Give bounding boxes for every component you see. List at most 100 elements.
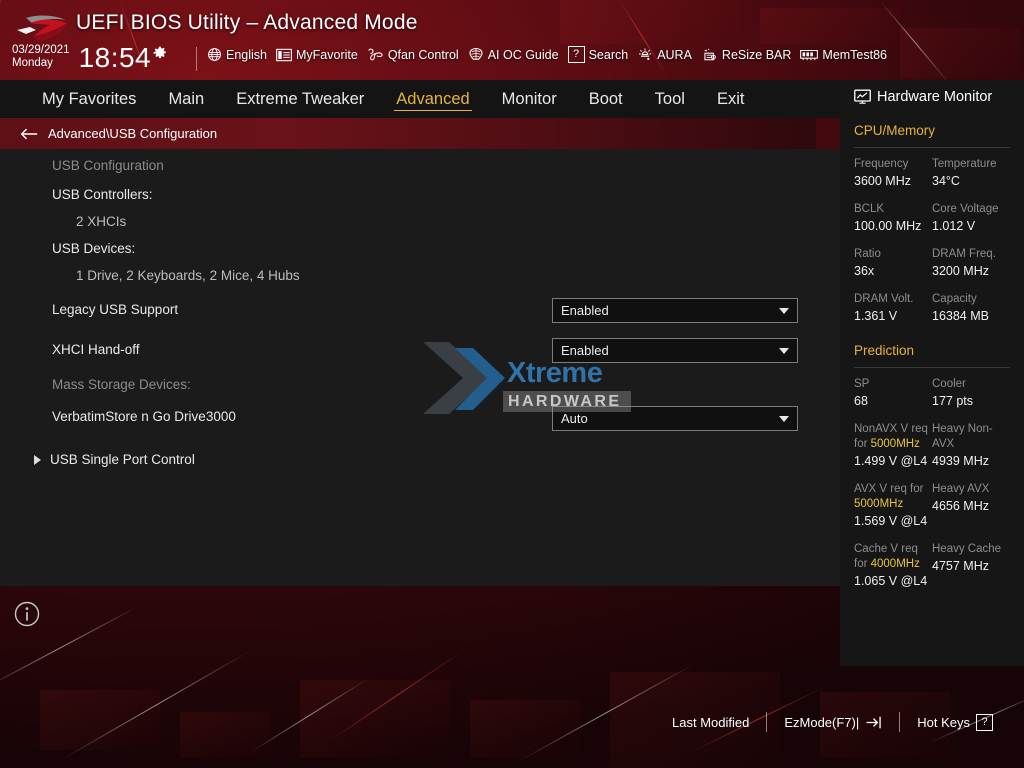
hw-key: Frequency — [854, 158, 909, 170]
hw-metric-bclk: BCLK 100.00 MHz — [854, 202, 932, 235]
toolbar-item-memtest86[interactable]: MemTest86 — [800, 48, 887, 62]
hw-value: 1.569 V @L4 — [854, 514, 928, 528]
weekday-value: Monday — [12, 57, 53, 69]
gear-icon[interactable] — [153, 46, 167, 60]
toolbar-item-ai-oc-guide[interactable]: AI OC Guide — [468, 47, 559, 62]
hw-section-cpu-memory: CPU/Memory — [854, 123, 936, 138]
chevron-down-icon — [779, 415, 789, 422]
hw-metric-core-voltage: Core Voltage 1.012 V — [932, 202, 1010, 235]
verbatim-drive-dropdown[interactable]: Auto — [552, 406, 798, 431]
hw-cpu-memory-grid: Frequency 3600 MHz Temperature 34°C BCLK… — [854, 157, 1010, 325]
hw-value: 4656 MHz — [932, 499, 989, 513]
mass-storage-devices-label: Mass Storage Devices: — [52, 377, 191, 392]
ezmode-button[interactable]: EzMode(F7)| — [767, 715, 899, 730]
usb-single-port-control-item[interactable]: USB Single Port Control — [34, 452, 195, 467]
hw-key: DRAM Freq. — [932, 248, 996, 260]
date-value: 03/29/2021 — [12, 44, 70, 56]
hw-key-highlight: 4000MHz — [870, 558, 920, 570]
hw-row: AVX V req for 5000MHz 1.569 V @L4 Heavy … — [854, 482, 1010, 530]
hw-metric-dram-volt: DRAM Volt. 1.361 V — [854, 292, 932, 325]
hw-key: Cooler — [932, 378, 966, 390]
hardware-monitor-title: Hardware Monitor — [854, 80, 1010, 105]
rog-logo-icon — [16, 15, 67, 41]
xhci-handoff-dropdown[interactable]: Enabled — [552, 338, 798, 363]
hardware-monitor-panel: Hardware Monitor CPU/Memory Frequency 36… — [840, 80, 1024, 666]
tab-exit[interactable]: Exit — [701, 80, 761, 118]
hw-row: DRAM Volt. 1.361 V Capacity 16384 MB — [854, 292, 1010, 325]
datetime-display[interactable]: 03/29/2021 Monday 18:54 — [12, 44, 167, 72]
hw-key: DRAM Volt. — [854, 293, 914, 305]
usb-devices-label: USB Devices: — [52, 241, 136, 256]
hw-key-text: AVX V req for — [854, 483, 924, 495]
chevron-down-icon — [779, 347, 789, 354]
toolbar-item-aura[interactable]: AURA — [637, 47, 692, 62]
hw-value: 3200 MHz — [932, 264, 989, 278]
toolbar-item-english[interactable]: English — [207, 47, 267, 62]
tab-my-favorites[interactable]: My Favorites — [26, 80, 152, 118]
hw-value: 36x — [854, 264, 875, 278]
hw-key: Ratio — [854, 248, 881, 260]
hw-key: AVX V req for 5000MHz — [854, 482, 932, 512]
chevron-down-icon — [779, 307, 789, 314]
tab-main[interactable]: Main — [152, 80, 220, 118]
usb-devices-value: 1 Drive, 2 Keyboards, 2 Mice, 4 Hubs — [76, 268, 300, 283]
date-text: 03/29/2021 Monday — [12, 44, 70, 72]
memory-icon — [800, 49, 819, 60]
hw-value: 100.00 MHz — [854, 219, 922, 233]
info-icon[interactable] — [14, 601, 40, 627]
hw-key: Cache V req for 4000MHz — [854, 542, 932, 572]
legacy-usb-support-value: Enabled — [561, 303, 609, 318]
list-icon — [276, 48, 292, 61]
globe-icon — [208, 48, 221, 61]
hw-value: 68 — [854, 394, 868, 408]
legacy-usb-support-dropdown[interactable]: Enabled — [552, 298, 798, 323]
xhci-handoff-value: Enabled — [561, 343, 609, 358]
tab-tool[interactable]: Tool — [639, 80, 701, 118]
question-box-icon: ? — [976, 713, 993, 731]
toolbar-item-search[interactable]: ? Search — [567, 46, 629, 63]
hw-key: Temperature — [932, 158, 997, 170]
toolbar-label: ReSize BAR — [721, 47, 792, 62]
toolbar-label: Qfan Control — [387, 47, 459, 62]
last-modified-button[interactable]: Last Modified — [655, 715, 766, 730]
breadcrumb-path: Advanced\USB Configuration — [48, 126, 218, 141]
hw-metric-heavy-nonavx: Heavy Non-AVX 4939 MHz — [932, 422, 1010, 470]
tab-extreme-tweaker[interactable]: Extreme Tweaker — [220, 80, 380, 118]
hw-prediction-grid: SP 68 Cooler 177 pts NonAVX V req for 50… — [854, 377, 1010, 590]
hw-row: NonAVX V req for 5000MHz 1.499 V @L4 Hea… — [854, 422, 1010, 470]
tab-advanced[interactable]: Advanced — [380, 80, 485, 118]
hw-value: 34°C — [932, 174, 960, 188]
hw-row: Frequency 3600 MHz Temperature 34°C — [854, 157, 1010, 190]
toolbar-label: AI OC Guide — [487, 47, 559, 62]
toolbar-label: AURA — [657, 47, 692, 62]
brain-icon — [469, 47, 483, 60]
question-box-icon: ? — [567, 46, 585, 63]
toolbar-item-qfan-control[interactable]: Qfan Control — [367, 47, 459, 62]
toolbar-item-myfavorite[interactable]: MyFavorite — [276, 48, 358, 62]
footer-actions: Last Modified EzMode(F7)| Hot Keys ? — [655, 712, 1010, 732]
hw-metric-temperature: Temperature 34°C — [932, 157, 1010, 190]
hw-section-prediction: Prediction — [854, 343, 915, 358]
hardware-monitor-title-text: Hardware Monitor — [877, 89, 993, 105]
arrow-right-icon — [34, 454, 41, 465]
resize-bar-icon — [704, 48, 716, 61]
tab-monitor[interactable]: Monitor — [486, 80, 573, 118]
hw-metric-heavy-cache: Heavy Cache 4757 MHz — [932, 542, 1010, 590]
toolbar-label: English — [226, 47, 267, 62]
hot-keys-button[interactable]: Hot Keys ? — [900, 713, 1010, 731]
hw-metric-capacity: Capacity 16384 MB — [932, 292, 1010, 325]
hw-metric-avx-vreq: AVX V req for 5000MHz 1.569 V @L4 — [854, 482, 932, 530]
toolbar-label: Search — [588, 47, 629, 62]
arrow-left-icon[interactable] — [20, 127, 38, 141]
hw-metric-frequency: Frequency 3600 MHz — [854, 157, 932, 190]
header: UEFI BIOS Utility – Advanced Mode 03/29/… — [0, 0, 1024, 80]
hw-value: 3600 MHz — [854, 174, 911, 188]
toolbar-label: MemTest86 — [822, 47, 888, 62]
page-title: UEFI BIOS Utility – Advanced Mode — [76, 11, 418, 34]
usb-single-port-control-label: USB Single Port Control — [50, 452, 195, 467]
toolbar-item-resize-bar[interactable]: ReSize BAR — [701, 47, 791, 62]
hw-value: 16384 MB — [932, 309, 989, 323]
hw-row: SP 68 Cooler 177 pts — [854, 377, 1010, 410]
tab-boot[interactable]: Boot — [573, 80, 639, 118]
hot-keys-label: Hot Keys — [917, 714, 970, 730]
